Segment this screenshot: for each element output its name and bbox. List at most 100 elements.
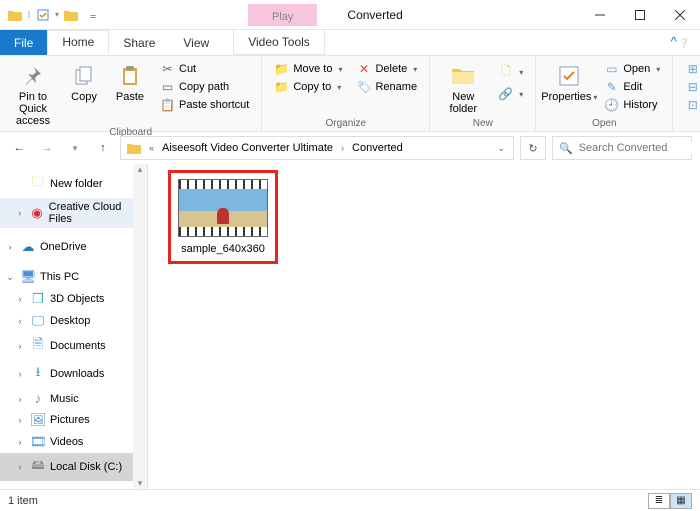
select-all-button[interactable]: ⊞Select all xyxy=(681,61,700,77)
expand-icon[interactable]: › xyxy=(14,415,26,425)
creative-cloud-icon: ◉ xyxy=(29,205,44,221)
file-item[interactable]: sample_640x360 xyxy=(168,170,278,264)
edit-button[interactable]: ✎Edit xyxy=(600,79,664,95)
tree-item-documents[interactable]: ›🗎Documents xyxy=(0,332,147,360)
group-open: Properties▾ ▭Open▾ ✎Edit 🕘History Open xyxy=(536,56,673,131)
scroll-up-icon[interactable]: ▴ xyxy=(138,164,143,175)
tree-item-music[interactable]: ›♪Music xyxy=(0,388,147,409)
tree-item-downloads[interactable]: ›⭳Downloads xyxy=(0,360,147,388)
forward-button[interactable]: → xyxy=(36,137,58,159)
tab-view[interactable]: View xyxy=(169,30,223,55)
group-clipboard: Pin to Quick access Copy Paste ✂Cut ▭Cop… xyxy=(0,56,262,131)
downloads-icon: ⭳ xyxy=(30,363,46,385)
tree-item-3d-objects[interactable]: ›❒3D Objects xyxy=(0,288,147,310)
onedrive-icon: ☁ xyxy=(20,239,36,255)
chevron-right-icon[interactable]: › xyxy=(337,143,348,153)
close-button[interactable] xyxy=(660,0,700,30)
address-bar: ← → ▾ ↑ « Aiseesoft Video Converter Ulti… xyxy=(0,132,700,164)
search-input[interactable]: 🔍 xyxy=(552,136,692,160)
recent-locations-button[interactable]: ▾ xyxy=(64,137,86,159)
easy-access-button[interactable]: 🔗▾ xyxy=(494,86,527,102)
scroll-down-icon[interactable]: ▾ xyxy=(138,478,143,489)
rename-button[interactable]: 🏷Rename xyxy=(352,79,421,95)
maximize-button[interactable] xyxy=(620,0,660,30)
group-label-select: Select xyxy=(681,118,700,131)
up-button[interactable]: ↑ xyxy=(92,137,114,159)
breadcrumb-segment[interactable]: Converted xyxy=(350,142,405,154)
titlebar: | ▾ ₌ Play Converted xyxy=(0,0,700,30)
file-list[interactable]: sample_640x360 xyxy=(148,164,700,489)
tree-item-creative-cloud[interactable]: ›◉Creative Cloud Files xyxy=(0,198,147,228)
icons-view-button[interactable]: ▦ xyxy=(670,493,692,509)
back-button[interactable]: ← xyxy=(8,137,30,159)
properties-button[interactable]: Properties▾ xyxy=(544,59,594,104)
expand-icon[interactable]: › xyxy=(14,294,26,304)
search-field[interactable] xyxy=(579,142,700,154)
copy-path-button[interactable]: ▭Copy path xyxy=(156,79,253,95)
disk-icon: 🖴 xyxy=(30,456,46,478)
expand-icon[interactable]: › xyxy=(14,462,26,472)
main-body: 🗀New folder ›◉Creative Cloud Files ›☁One… xyxy=(0,164,700,489)
tree-item-new-folder[interactable]: 🗀New folder xyxy=(0,170,147,198)
overflow-icon[interactable]: ₌ xyxy=(82,4,104,26)
details-view-button[interactable]: ≣ xyxy=(648,493,670,509)
new-folder-button[interactable]: New folder xyxy=(438,59,488,115)
chevron-down-icon: ▾ xyxy=(519,90,523,99)
folder-icon[interactable] xyxy=(4,4,26,26)
view-switcher: ≣ ▦ xyxy=(648,493,692,509)
tab-home[interactable]: Home xyxy=(47,30,109,55)
tab-share[interactable]: Share xyxy=(109,30,169,55)
expand-icon[interactable]: › xyxy=(14,437,26,447)
tree-item-videos[interactable]: ›🎞Videos xyxy=(0,431,147,453)
tree-item-desktop[interactable]: ›🖵Desktop xyxy=(0,310,147,332)
group-label-new: New xyxy=(438,118,527,131)
select-all-icon: ⊞ xyxy=(685,62,700,76)
expand-icon[interactable]: › xyxy=(14,369,26,379)
expand-icon[interactable]: › xyxy=(4,242,16,252)
select-none-button[interactable]: ⊟Select none xyxy=(681,79,700,95)
group-select: ⊞Select all ⊟Select none ⊡Invert selecti… xyxy=(673,56,700,131)
chevron-down-icon: ▾ xyxy=(338,65,342,74)
tree-item-onedrive[interactable]: ›☁OneDrive xyxy=(0,236,147,258)
expand-icon[interactable]: › xyxy=(14,316,26,326)
properties-icon[interactable] xyxy=(32,4,54,26)
invert-selection-button[interactable]: ⊡Invert selection xyxy=(681,97,700,113)
minimize-button[interactable] xyxy=(580,0,620,30)
chevron-down-icon: ❔ xyxy=(679,38,690,48)
expand-icon[interactable]: › xyxy=(14,341,26,351)
paste-button[interactable]: Paste xyxy=(110,59,150,103)
expand-icon[interactable]: › xyxy=(14,394,26,404)
copy-icon xyxy=(71,63,97,89)
group-new: New folder 🗋▾ 🔗▾ New xyxy=(430,56,536,131)
objects-3d-icon: ❒ xyxy=(30,291,46,307)
new-item-button[interactable]: 🗋▾ xyxy=(494,61,527,84)
sidebar-scrollbar[interactable]: ▴▾ xyxy=(133,164,147,489)
help-button[interactable]: ^❔ xyxy=(671,34,690,49)
breadcrumb-segment[interactable]: Aiseesoft Video Converter Ultimate xyxy=(160,142,335,154)
tree-item-local-disk[interactable]: ›🖴Local Disk (C:) xyxy=(0,453,147,481)
delete-button[interactable]: ✕Delete▾ xyxy=(352,61,421,77)
copy-label: Copy xyxy=(71,91,97,103)
chevron-down-icon: ▾ xyxy=(656,65,660,74)
copy-to-button[interactable]: 📁Copy to▾ xyxy=(270,79,346,95)
breadcrumb[interactable]: « Aiseesoft Video Converter Ultimate › C… xyxy=(120,136,514,160)
copy-button[interactable]: Copy xyxy=(64,59,104,103)
pin-to-quick-access-button[interactable]: Pin to Quick access xyxy=(8,59,58,127)
open-button[interactable]: ▭Open▾ xyxy=(600,61,664,77)
history-button[interactable]: 🕘History xyxy=(600,97,664,113)
tree-item-this-pc[interactable]: ⌄🖥This PC xyxy=(0,266,147,288)
cut-button[interactable]: ✂Cut xyxy=(156,61,253,77)
music-icon: ♪ xyxy=(30,391,46,406)
group-label-open: Open xyxy=(544,118,664,131)
collapse-icon[interactable]: ⌄ xyxy=(4,272,16,283)
refresh-button[interactable]: ↻ xyxy=(520,136,546,160)
folder-icon[interactable] xyxy=(60,4,82,26)
chevron-down-icon[interactable]: ⌄ xyxy=(493,143,509,154)
expand-icon[interactable]: › xyxy=(14,208,25,218)
move-to-button[interactable]: 📁Move to▾ xyxy=(270,61,346,77)
paste-shortcut-button[interactable]: 📋Paste shortcut xyxy=(156,97,253,113)
tab-file[interactable]: File xyxy=(0,30,47,55)
tree-item-pictures[interactable]: ›🖼Pictures xyxy=(0,409,147,431)
tab-video-tools[interactable]: Video Tools xyxy=(233,30,325,55)
chevron-right-icon[interactable]: « xyxy=(145,143,158,153)
